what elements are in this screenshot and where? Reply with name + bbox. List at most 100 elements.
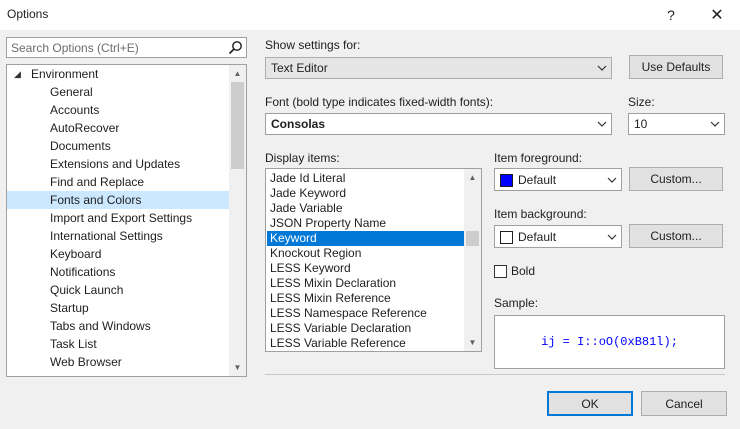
- tree-item[interactable]: Extensions and Updates: [7, 155, 229, 173]
- tree-item-label: Web Browser: [50, 355, 122, 369]
- list-item[interactable]: LESS Namespace Reference: [267, 306, 464, 321]
- close-icon: ✕: [710, 7, 724, 24]
- sample-text: ij = I::oO(0xB81l);: [541, 335, 678, 349]
- list-item[interactable]: Keyword: [267, 231, 464, 246]
- tree-item-label: Task List: [50, 337, 97, 351]
- chevron-down-icon: [607, 177, 617, 183]
- help-icon: ?: [667, 7, 675, 23]
- tree-item[interactable]: General: [7, 83, 229, 101]
- tree-item-label: Keyboard: [50, 247, 102, 261]
- list-item[interactable]: Jade Keyword: [267, 186, 464, 201]
- bold-checkbox[interactable]: [494, 265, 507, 278]
- font-dropdown[interactable]: Consolas: [265, 113, 612, 135]
- font-label: Font (bold type indicates fixed-width fo…: [265, 95, 494, 109]
- list-item[interactable]: LESS Mixin Declaration: [267, 276, 464, 291]
- background-custom-button[interactable]: Custom...: [629, 224, 723, 248]
- scroll-down-icon[interactable]: ▼: [464, 334, 481, 351]
- options-tree: ◢ Environment General Accounts AutoRecover Do…: [6, 64, 247, 377]
- footer-divider: [265, 374, 725, 375]
- tree-item[interactable]: Quick Launch: [7, 281, 229, 299]
- search-input[interactable]: [9, 39, 223, 56]
- search-icon[interactable]: [228, 40, 243, 55]
- tree-item-label: Quick Launch: [50, 283, 124, 297]
- tree-item[interactable]: Keyboard: [7, 245, 229, 263]
- chevron-down-icon: [597, 65, 607, 71]
- scroll-up-icon[interactable]: ▲: [464, 169, 481, 186]
- tree-item[interactable]: Fonts and Colors: [7, 191, 229, 209]
- help-button[interactable]: ?: [648, 0, 694, 30]
- tree-item-label: Find and Replace: [50, 175, 145, 189]
- item-background-dropdown[interactable]: Default: [494, 225, 622, 248]
- size-dropdown[interactable]: 10: [628, 113, 725, 135]
- tree-scrollbar[interactable]: ▲ ▼: [229, 65, 246, 376]
- display-items-label: Display items:: [265, 151, 340, 165]
- list-item[interactable]: Knockout Region: [267, 246, 464, 261]
- tree-item[interactable]: Documents: [7, 137, 229, 155]
- ok-button[interactable]: OK: [547, 391, 633, 416]
- scroll-down-icon[interactable]: ▼: [229, 359, 246, 376]
- font-value: Consolas: [271, 117, 326, 131]
- tree-item[interactable]: Notifications: [7, 263, 229, 281]
- list-item[interactable]: JSON Property Name: [267, 216, 464, 231]
- scroll-up-icon[interactable]: ▲: [229, 65, 246, 82]
- list-item[interactable]: LESS Keyword: [267, 261, 464, 276]
- tree-item-label: Fonts and Colors: [50, 193, 142, 207]
- tree-scroll-thumb[interactable]: [231, 82, 244, 169]
- list-item[interactable]: LESS Mixin Reference: [267, 291, 464, 306]
- search-box: [6, 37, 247, 58]
- chevron-down-icon: [607, 234, 617, 240]
- tree-item-label: International Settings: [50, 229, 163, 243]
- show-settings-label: Show settings for:: [265, 38, 361, 52]
- title-bar: [0, 0, 740, 30]
- item-foreground-value: Default: [518, 172, 557, 187]
- item-background-value: Default: [518, 229, 557, 244]
- item-background-label: Item background:: [494, 207, 587, 221]
- list-item[interactable]: Jade Id Literal: [267, 171, 464, 186]
- chevron-down-icon: [710, 121, 720, 127]
- tree-item[interactable]: ◢ Environment: [7, 65, 229, 83]
- expand-arrow-icon[interactable]: ◢: [14, 65, 21, 83]
- show-settings-value: Text Editor: [271, 61, 328, 75]
- tree-item-label: Documents: [50, 139, 111, 153]
- tree-item-label: Import and Export Settings: [50, 211, 193, 225]
- use-defaults-button[interactable]: Use Defaults: [629, 55, 723, 79]
- tree-item-label: Extensions and Updates: [50, 157, 181, 171]
- tree-item[interactable]: Startup: [7, 299, 229, 317]
- tree-item-label: General: [50, 85, 93, 99]
- tree-item[interactable]: Tabs and Windows: [7, 317, 229, 335]
- tree-item-label: AutoRecover: [50, 121, 120, 135]
- tree-item[interactable]: Accounts: [7, 101, 229, 119]
- tree-item[interactable]: Find and Replace: [7, 173, 229, 191]
- sample-preview: ij = I::oO(0xB81l);: [494, 315, 725, 369]
- color-swatch: [500, 173, 513, 187]
- close-button[interactable]: ✕: [694, 0, 740, 30]
- tree-item[interactable]: Web Browser: [7, 353, 229, 371]
- color-swatch: [500, 230, 513, 244]
- tree-item[interactable]: Import and Export Settings: [7, 209, 229, 227]
- tree-item[interactable]: Task List: [7, 335, 229, 353]
- list-item[interactable]: LESS Variable Declaration: [267, 321, 464, 336]
- tree-item-label: Accounts: [50, 103, 100, 117]
- chevron-down-icon: [597, 121, 607, 127]
- tree-item-label: Environment: [31, 67, 99, 81]
- item-foreground-dropdown[interactable]: Default: [494, 168, 622, 191]
- cancel-button[interactable]: Cancel: [641, 391, 727, 416]
- tree-item-label: Tabs and Windows: [50, 319, 151, 333]
- size-label: Size:: [628, 95, 655, 109]
- tree-item[interactable]: AutoRecover: [7, 119, 229, 137]
- item-foreground-label: Item foreground:: [494, 151, 583, 165]
- list-item[interactable]: Jade Variable: [267, 201, 464, 216]
- foreground-custom-button[interactable]: Custom...: [629, 167, 723, 191]
- sample-label: Sample:: [494, 296, 539, 310]
- tree-item[interactable]: International Settings: [7, 227, 229, 245]
- bold-label: Bold: [511, 264, 536, 278]
- show-settings-dropdown[interactable]: Text Editor: [265, 57, 612, 79]
- display-items-scrollbar[interactable]: ▲ ▼: [464, 169, 481, 351]
- display-items-scroll-thumb[interactable]: [466, 231, 479, 246]
- tree-item-label: Notifications: [50, 265, 116, 279]
- window-title: Options: [7, 7, 49, 21]
- display-items-list: Jade Id Literal Jade Keyword Jade Variable…: [265, 168, 482, 352]
- list-item[interactable]: LESS Variable Reference: [267, 336, 464, 351]
- tree-item-label: Startup: [50, 301, 89, 315]
- size-value: 10: [634, 117, 648, 131]
